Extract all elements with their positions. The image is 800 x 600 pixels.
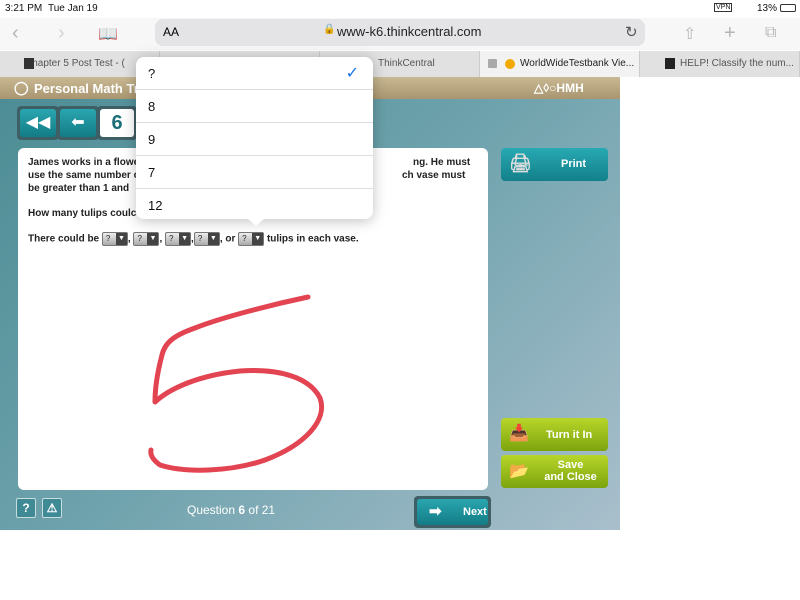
option-8[interactable]: 8 <box>136 90 373 123</box>
handwritten-five-drawing <box>148 294 324 473</box>
option-7[interactable]: 7 <box>136 156 373 189</box>
ink-stroke <box>148 294 324 473</box>
option-9[interactable]: 9 <box>136 123 373 156</box>
popover-arrow <box>247 218 265 226</box>
dropdown-popover: ? ✓ 8 9 7 12 <box>136 57 373 219</box>
option-question[interactable]: ? ✓ <box>136 57 373 90</box>
checkmark-icon: ✓ <box>345 65 359 82</box>
